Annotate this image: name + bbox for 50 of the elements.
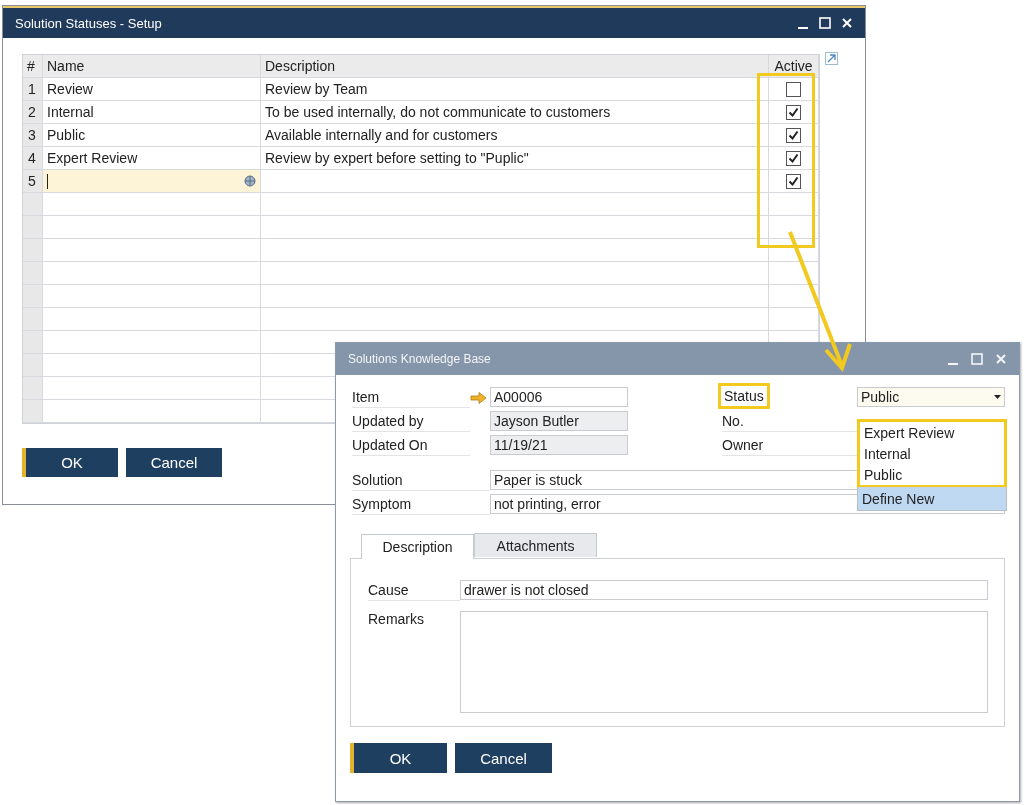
cancel-button[interactable]: Cancel xyxy=(455,743,552,773)
caret-icon xyxy=(994,395,1001,399)
field-label: Status xyxy=(718,382,770,409)
checkbox[interactable] xyxy=(786,81,801,97)
link-arrow-icon[interactable] xyxy=(470,391,487,404)
ok-button[interactable]: OK xyxy=(350,743,447,773)
tab[interactable]: Attachments xyxy=(474,533,597,557)
column-header[interactable]: Description xyxy=(261,55,769,78)
checkbox[interactable] xyxy=(786,150,801,166)
table-cell: Available internally and for customers xyxy=(261,124,769,147)
dropdown-option[interactable]: Define New xyxy=(858,487,1006,510)
table-cell: Review by Team xyxy=(261,78,769,101)
checkbox[interactable] xyxy=(786,173,801,189)
ok-button[interactable]: OK xyxy=(22,448,118,477)
input-field[interactable]: A00006 xyxy=(490,387,628,407)
tab[interactable]: Description xyxy=(361,534,474,559)
field-label: Item xyxy=(352,387,470,408)
dropdown-option[interactable]: Expert Review xyxy=(860,422,1004,443)
globe-icon[interactable] xyxy=(244,175,256,187)
table-cell: Review xyxy=(43,78,261,101)
text-cursor xyxy=(47,173,48,189)
row-number: 4 xyxy=(23,147,43,170)
row-number: 1 xyxy=(23,78,43,101)
field-label: Updated On xyxy=(352,435,470,456)
expand-icon[interactable] xyxy=(825,52,838,65)
field-label: Owner xyxy=(722,435,857,456)
window-title: Solutions Knowledge Base xyxy=(348,352,491,366)
checkbox[interactable] xyxy=(786,104,801,120)
table-cell: Review by expert before setting to "Puplic" xyxy=(261,147,769,170)
row-number: 3 xyxy=(23,124,43,147)
remarks-field[interactable] xyxy=(460,611,988,713)
dropdown[interactable]: Public xyxy=(857,387,1005,407)
column-header[interactable]: Name xyxy=(43,55,261,78)
table-cell: Internal xyxy=(43,101,261,124)
column-header[interactable]: # xyxy=(23,55,43,78)
dropdown-option[interactable]: Internal xyxy=(860,443,1004,464)
input-field: 11/19/21 xyxy=(490,435,628,455)
window-title: Solution Statuses - Setup xyxy=(15,15,162,31)
table-cell: Public xyxy=(43,124,261,147)
row-number: 2 xyxy=(23,101,43,124)
row-number: 5 xyxy=(23,170,43,193)
cancel-button[interactable]: Cancel xyxy=(126,448,222,477)
input-field: Jayson Butler xyxy=(490,411,628,431)
table-cell: To be used internally, do not communicate to customers xyxy=(261,101,769,124)
field-label: Remarks xyxy=(368,611,425,629)
input-field[interactable] xyxy=(43,170,261,193)
field-label: Updated by xyxy=(352,411,470,432)
input-field[interactable]: drawer is not closed xyxy=(460,580,988,600)
field-label: No. xyxy=(722,411,857,432)
checkbox[interactable] xyxy=(786,127,801,143)
